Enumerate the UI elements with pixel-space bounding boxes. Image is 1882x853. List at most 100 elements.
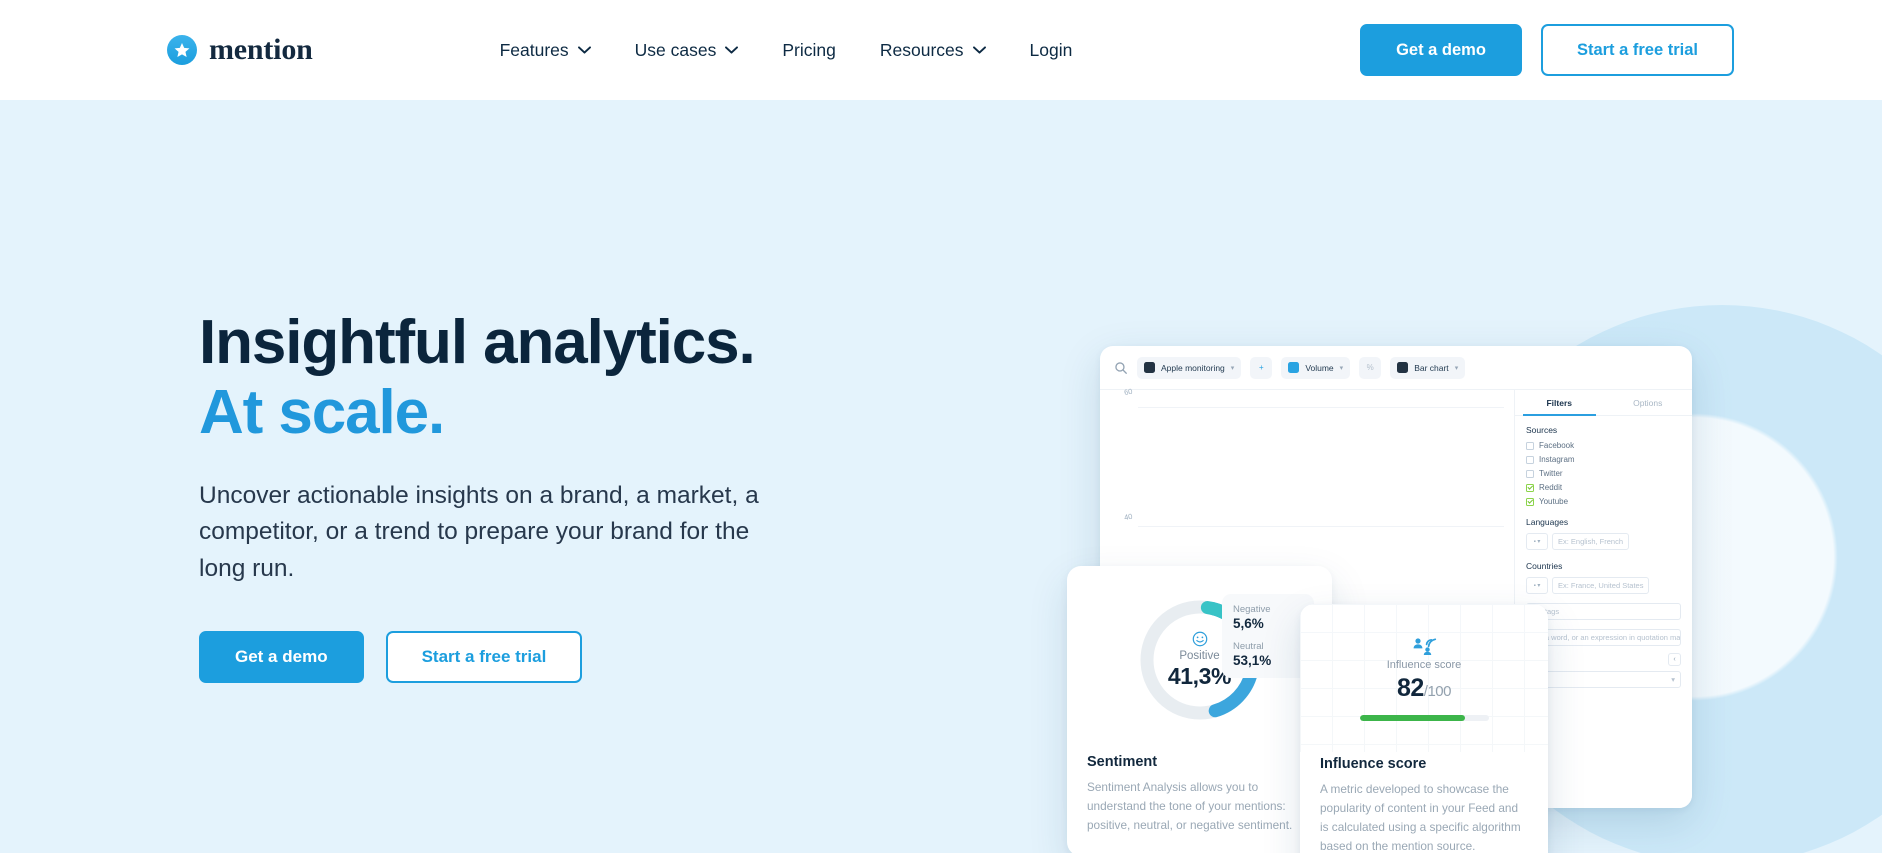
nav-item-use-cases[interactable]: Use cases [613,0,761,100]
negative-value: 5,6% [1233,616,1264,631]
source-instagram-row[interactable]: Instagram [1526,455,1681,464]
sentiment-card: Positive 41,3% Negative 5,6% Neutral 53,… [1067,566,1332,853]
checkbox-instagram[interactable] [1526,455,1534,464]
checkbox-youtube[interactable] [1526,497,1534,506]
chevron-down-icon: ▾ [1339,364,1344,372]
languages-input[interactable]: Ex: English, French [1552,533,1630,550]
hero-cta-group: Get a demo Start a free trial [199,630,879,683]
language-flag-selector[interactable]: ▪ ▾ [1526,533,1548,550]
country-flag-selector[interactable]: ▪ ▾ [1526,577,1548,594]
nav-item-label: Use cases [634,39,717,60]
chip-label: Volume [1305,362,1334,373]
chip-alert-selector[interactable]: Apple monitoring ▾ [1137,356,1242,379]
product-screenshot-mockup: Apple monitoring ▾ + Volume ▾ % Bar char… [1067,346,1700,853]
metric-square-icon [1288,362,1300,373]
panel-collapse-row: ‹ [1526,653,1681,666]
chevron-down-icon: ▾ [1454,364,1459,372]
checkbox-reddit[interactable] [1526,483,1534,492]
extra-select[interactable]: ▾ [1526,671,1681,688]
languages-label: Languages [1526,517,1569,527]
checkbox-facebook[interactable] [1526,441,1534,450]
influence-score-number: 82 [1396,673,1424,702]
chevron-down-icon [577,46,591,54]
chart-gridline [1138,526,1504,528]
influence-score-value: 82/100 [1396,673,1452,703]
source-label: Youtube [1539,497,1569,506]
alert-square-icon [1144,362,1155,373]
source-twitter-row[interactable]: Twitter [1526,469,1681,478]
keyword-input[interactable]: Ex: a word, or an expression in quotatio… [1526,629,1681,646]
influence-progress-track [1359,714,1489,721]
influence-metric-label: Influence score [1386,658,1462,671]
tab-options[interactable]: Options [1604,390,1693,415]
chart-square-icon [1397,362,1409,373]
nav-item-label: Features [499,39,569,60]
get-a-demo-button[interactable]: Get a demo [1360,24,1522,76]
influence-score-denominator: /100 [1423,682,1452,700]
chart-y-tick-label: 60 [1122,386,1133,398]
page-title: Insightful analytics. At scale. [199,308,879,448]
hero-section: Insightful analytics. At scale. Uncover … [0,100,1882,853]
smiley-face-icon [1192,631,1207,646]
hero-copy: Insightful analytics. At scale. Uncover … [199,308,879,683]
chip-metric-selector[interactable]: Volume ▾ [1281,356,1351,379]
source-label: Instagram [1539,455,1575,464]
influence-card-title: Influence score [1320,756,1427,772]
hero-get-a-demo-button[interactable]: Get a demo [199,630,364,683]
tab-filters[interactable]: Filters [1515,390,1604,416]
hero-subheading: Uncover actionable insights on a brand, … [199,482,759,582]
source-reddit-row[interactable]: Reddit [1526,483,1681,492]
source-youtube-row[interactable]: Youtube [1526,497,1681,506]
nav-item-label: Login [1029,39,1073,60]
header-actions: Get a demo Start a free trial [1360,24,1734,76]
nav-item-resources[interactable]: Resources [858,0,1008,100]
positive-label: Positive [1179,649,1220,662]
chip-chart-type-selector[interactable]: Bar chart ▾ [1390,356,1466,379]
chart-y-tick-label: 40 [1122,511,1133,522]
sentiment-card-footer: Sentiment Sentiment Analysis allows you … [1087,754,1312,835]
source-label: Reddit [1539,483,1563,492]
add-chip-button[interactable]: + [1250,356,1273,379]
nav-item-label: Pricing [782,39,836,60]
nav-item-features[interactable]: Features [478,0,613,100]
source-label: Twitter [1539,469,1563,478]
percent-chip-button[interactable]: % [1359,356,1382,379]
hero-start-free-trial-button[interactable]: Start a free trial [385,630,583,683]
headline-line-1: Insightful analytics. [199,308,756,377]
languages-field-row: ▪ ▾ Ex: English, French [1526,533,1681,550]
countries-label: Countries [1526,561,1563,571]
sources-label: Sources [1526,425,1558,435]
source-facebook-row[interactable]: Facebook [1526,441,1681,450]
brand-name: mention [209,33,313,66]
search-icon[interactable] [1114,361,1128,375]
chevron-down-icon: ▾ [1230,364,1235,372]
headline-line-2: At scale. [199,378,445,448]
panel-tabs: Filters Options [1515,390,1692,416]
influence-broadcast-icon [1413,637,1437,655]
source-label: Facebook [1539,441,1575,450]
countries-input[interactable]: Ex: France, United States [1552,577,1650,594]
neutral-value: 53,1% [1233,653,1272,668]
start-free-trial-button[interactable]: Start a free trial [1540,24,1734,76]
main-navigation: Features Use cases Pricing Resources Log… [478,0,1095,100]
tags-input[interactable]: Ex: tags [1526,603,1681,620]
sentiment-card-title: Sentiment [1087,754,1158,770]
checkbox-twitter[interactable] [1526,469,1534,478]
chip-label: Apple monitoring [1161,362,1225,373]
chart-gridline [1138,407,1504,408]
influence-visual: Influence score 82/100 [1300,604,1548,752]
chevron-down-icon [972,46,986,54]
chevron-left-icon[interactable]: ‹ [1668,653,1681,666]
influence-card-description: A metric developed to showcase the popul… [1320,782,1521,853]
sentiment-card-description: Sentiment Analysis allows you to underst… [1087,780,1293,833]
influence-progress-fill [1359,714,1466,721]
nav-item-login[interactable]: Login [1008,0,1095,100]
influence-card-footer: Influence score A metric developed to sh… [1300,752,1548,853]
brand-logo[interactable]: mention [167,33,313,67]
analytics-toolbar: Apple monitoring ▾ + Volume ▾ % Bar char… [1100,346,1692,390]
negative-label: Negative [1233,604,1271,615]
nav-item-pricing[interactable]: Pricing [760,0,858,100]
site-header: mention Features Use cases Pricing Resou… [0,0,1882,100]
neutral-label: Neutral [1233,641,1264,652]
star-circle-icon [167,35,197,65]
